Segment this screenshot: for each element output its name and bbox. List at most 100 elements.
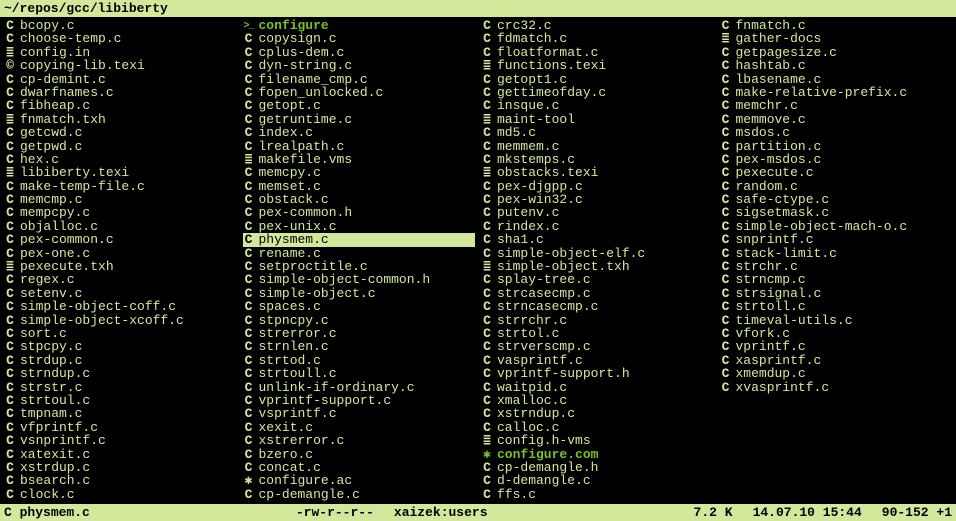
file-item[interactable]: fopen_unlocked.c (243, 86, 476, 99)
file-item[interactable]: vfprintf.c (4, 421, 237, 434)
file-item[interactable]: concat.c (243, 461, 476, 474)
file-item[interactable]: getpagesize.c (720, 46, 953, 59)
file-item[interactable]: safe-ctype.c (720, 193, 953, 206)
file-item[interactable]: strtoll.c (720, 300, 953, 313)
file-item[interactable]: getruntime.c (243, 113, 476, 126)
file-item[interactable]: spaces.c (243, 300, 476, 313)
file-item[interactable]: unlink-if-ordinary.c (243, 381, 476, 394)
file-item[interactable]: memmem.c (481, 140, 714, 153)
file-item[interactable]: fdmatch.c (481, 32, 714, 45)
file-item[interactable]: crc32.c (481, 19, 714, 32)
file-item[interactable]: d-demangle.c (481, 474, 714, 487)
file-item[interactable]: ffs.c (481, 488, 714, 501)
file-item[interactable]: rename.c (243, 247, 476, 260)
file-item[interactable]: sigsetmask.c (720, 206, 953, 219)
file-item[interactable]: tmpnam.c (4, 407, 237, 420)
file-item[interactable]: pex-common.c (4, 233, 237, 246)
file-item[interactable]: setproctitle.c (243, 260, 476, 273)
file-item[interactable]: cp-demint.c (4, 73, 237, 86)
file-item[interactable]: vprintf-support.h (481, 367, 714, 380)
file-item[interactable]: xmalloc.c (481, 394, 714, 407)
file-item[interactable]: floatformat.c (481, 46, 714, 59)
file-item[interactable]: memmove.c (720, 113, 953, 126)
file-item[interactable]: regex.c (4, 273, 237, 286)
file-item[interactable]: timeval-utils.c (720, 314, 953, 327)
file-item[interactable]: strncasecmp.c (481, 300, 714, 313)
file-item[interactable]: simple-object-coff.c (4, 300, 237, 313)
file-item[interactable]: config.in (4, 46, 237, 59)
file-item[interactable]: snprintf.c (720, 233, 953, 246)
file-item[interactable]: strtoull.c (243, 367, 476, 380)
file-item[interactable]: cplus-dem.c (243, 46, 476, 59)
file-item[interactable]: pexecute.c (720, 166, 953, 179)
file-item[interactable]: maint-tool (481, 113, 714, 126)
file-item[interactable]: strtol.c (481, 327, 714, 340)
file-item[interactable]: stack-limit.c (720, 247, 953, 260)
file-item[interactable]: xmemdup.c (720, 367, 953, 380)
file-item[interactable]: vasprintf.c (481, 354, 714, 367)
file-item[interactable]: strrchr.c (481, 314, 714, 327)
file-item[interactable]: xstrdup.c (4, 461, 237, 474)
file-item[interactable]: vfork.c (720, 327, 953, 340)
file-item[interactable]: configure.ac (243, 474, 476, 487)
file-item[interactable]: strtoul.c (4, 394, 237, 407)
file-item[interactable]: vprintf.c (720, 340, 953, 353)
file-item[interactable]: getpwd.c (4, 140, 237, 153)
file-item[interactable]: memcmp.c (4, 193, 237, 206)
file-item[interactable]: bzero.c (243, 448, 476, 461)
file-item[interactable]: gather-docs (720, 32, 953, 45)
file-item[interactable]: waitpid.c (481, 381, 714, 394)
file-item[interactable]: copysign.c (243, 32, 476, 45)
file-item[interactable]: makefile.vms (243, 153, 476, 166)
file-item[interactable]: vprintf-support.c (243, 394, 476, 407)
file-item[interactable]: xstrndup.c (481, 407, 714, 420)
file-item[interactable]: strnlen.c (243, 340, 476, 353)
file-item[interactable]: strtod.c (243, 354, 476, 367)
file-item[interactable]: strcasecmp.c (481, 287, 714, 300)
file-item[interactable]: xexit.c (243, 421, 476, 434)
file-item[interactable]: simple-object-mach-o.c (720, 220, 953, 233)
file-item[interactable]: stpcpy.c (4, 340, 237, 353)
file-item[interactable]: pexecute.txh (4, 260, 237, 273)
file-item[interactable]: strchr.c (720, 260, 953, 273)
file-item[interactable]: partition.c (720, 140, 953, 153)
file-item[interactable]: setenv.c (4, 287, 237, 300)
file-item[interactable]: sort.c (4, 327, 237, 340)
file-item[interactable]: xstrerror.c (243, 434, 476, 447)
file-item[interactable]: cp-demangle.c (243, 488, 476, 501)
file-item[interactable]: sha1.c (481, 233, 714, 246)
file-item[interactable]: copying-lib.texi (4, 59, 237, 72)
file-item[interactable]: vsprintf.c (243, 407, 476, 420)
file-item[interactable]: hashtab.c (720, 59, 953, 72)
file-item[interactable]: lrealpath.c (243, 140, 476, 153)
file-item[interactable]: simple-object.txh (481, 260, 714, 273)
file-item[interactable]: bcopy.c (4, 19, 237, 32)
file-item[interactable]: simple-object-elf.c (481, 247, 714, 260)
file-item[interactable]: physmem.c (243, 233, 476, 246)
file-item[interactable]: putenv.c (481, 206, 714, 219)
file-item[interactable]: functions.texi (481, 59, 714, 72)
file-item[interactable]: getopt.c (243, 99, 476, 112)
file-item[interactable]: pex-one.c (4, 247, 237, 260)
file-item[interactable]: simple-object-xcoff.c (4, 314, 237, 327)
file-item[interactable]: xasprintf.c (720, 354, 953, 367)
file-item[interactable]: vsnprintf.c (4, 434, 237, 447)
file-item[interactable]: xvasprintf.c (720, 381, 953, 394)
file-item[interactable]: strstr.c (4, 381, 237, 394)
file-item[interactable]: stpncpy.c (243, 314, 476, 327)
file-item[interactable]: pex-msdos.c (720, 153, 953, 166)
file-item[interactable]: clock.c (4, 488, 237, 501)
file-item[interactable]: simple-object.c (243, 287, 476, 300)
file-item[interactable]: pex-unix.c (243, 220, 476, 233)
file-item[interactable]: lbasename.c (720, 73, 953, 86)
file-item[interactable]: index.c (243, 126, 476, 139)
file-item[interactable]: mempcpy.c (4, 206, 237, 219)
file-item[interactable]: pex-win32.c (481, 193, 714, 206)
file-item[interactable]: fnmatch.txh (4, 113, 237, 126)
file-item[interactable]: bsearch.c (4, 474, 237, 487)
file-item[interactable]: strdup.c (4, 354, 237, 367)
file-item[interactable]: libiberty.texi (4, 166, 237, 179)
file-item[interactable]: make-temp-file.c (4, 180, 237, 193)
file-item[interactable]: dyn-string.c (243, 59, 476, 72)
file-item[interactable]: msdos.c (720, 126, 953, 139)
